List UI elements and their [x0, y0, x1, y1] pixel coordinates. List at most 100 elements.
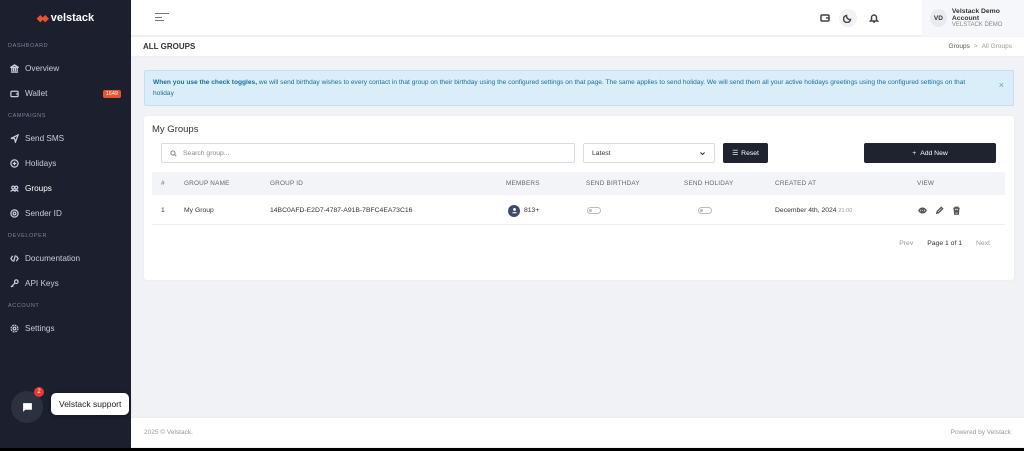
topbar: VD Velstack Demo Account VELSTACK DEMO — [131, 0, 1024, 36]
sort-select[interactable]: Latest — [583, 143, 715, 163]
col-send-birthday: SEND BIRTHDAY — [586, 180, 640, 187]
page-indicator: Page 1 of 1 — [927, 240, 963, 247]
members-icon — [508, 204, 520, 217]
row-members[interactable]: 813+ — [508, 204, 540, 217]
avatar: VD — [930, 9, 947, 27]
account-subtitle: VELSTACK DEMO — [951, 22, 1003, 28]
col-view: VIEW — [917, 180, 935, 187]
chat-icon — [22, 402, 32, 412]
row-actions — [918, 206, 961, 215]
close-icon[interactable]: × — [999, 80, 1004, 91]
next-page-button[interactable]: Next — [976, 240, 990, 247]
breadcrumb-current: All Groups — [981, 43, 1012, 50]
bank-icon — [10, 64, 19, 73]
target-icon — [10, 209, 19, 218]
footer-powered-by: Powered by Velstack — [950, 429, 1011, 436]
sidebar-item-holidays[interactable]: Holidays — [0, 151, 131, 176]
sidebar-item-label: Sender ID — [25, 209, 62, 218]
sidebar-item-label: Holidays — [25, 159, 57, 168]
sidebar-item-wallet[interactable]: Wallet 1649 — [0, 81, 131, 106]
filter-icon: ☰ — [732, 150, 739, 157]
card-title: My Groups — [152, 124, 199, 135]
search-input[interactable] — [183, 149, 563, 157]
sidebar-item-label: Wallet — [25, 89, 48, 98]
holiday-icon — [10, 159, 19, 168]
sidebar-item-settings[interactable]: Settings — [0, 316, 131, 341]
wallet-balance-badge: 1649 — [102, 89, 121, 98]
row-index: 1 — [161, 207, 165, 214]
row-group-name: My Group — [184, 207, 214, 214]
chat-unread-badge: 2 — [34, 387, 44, 397]
alert-bold-text: When you use the check toggles, — [153, 79, 258, 86]
view-eye-icon[interactable] — [918, 206, 927, 215]
prev-page-button[interactable]: Prev — [899, 240, 913, 247]
section-account: ACCOUNT — [8, 303, 40, 309]
menu-toggle-icon[interactable] — [155, 11, 169, 23]
gear-icon — [10, 324, 19, 333]
row-created-at: December 4th, 2024 21:00 — [775, 207, 852, 214]
search-box — [161, 143, 575, 163]
info-alert: When you use the check toggles, we will … — [144, 70, 1014, 106]
search-icon — [170, 149, 177, 157]
sidebar-item-overview[interactable]: Overview — [0, 56, 131, 81]
pagination: Prev Page 1 of 1 Next — [899, 240, 990, 247]
account-menu[interactable]: VD Velstack Demo Account VELSTACK DEMO — [922, 0, 1024, 36]
edit-pencil-icon[interactable] — [935, 206, 944, 215]
sidebar-item-documentation[interactable]: Documentation — [0, 246, 131, 271]
col-group-id: GROUP ID — [270, 180, 304, 187]
sidebar-item-sender-id[interactable]: Sender ID — [0, 201, 131, 226]
section-dashboard: DASHBOARD — [8, 43, 49, 49]
notification-bell-icon[interactable] — [865, 9, 883, 27]
send-holiday-toggle[interactable] — [698, 207, 712, 214]
sidebar-item-send-sms[interactable]: Send SMS — [0, 126, 131, 151]
col-index: # — [161, 180, 165, 187]
users-icon — [10, 184, 19, 193]
add-new-button[interactable]: + Add New — [864, 143, 996, 163]
code-icon — [10, 254, 19, 263]
col-created-at: CREATED AT — [775, 180, 817, 187]
page-title: ALL GROUPS — [143, 42, 196, 51]
reset-button[interactable]: ☰ Reset — [723, 143, 768, 163]
sidebar-item-label: Documentation — [25, 254, 81, 263]
breadcrumb: Groups > All Groups — [949, 43, 1012, 50]
footer-copyright: 2025 © Velstack. — [144, 429, 193, 436]
col-group-name: GROUP NAME — [184, 180, 230, 187]
created-time: 21:00 — [838, 208, 853, 214]
sidebar-item-label: Send SMS — [25, 134, 65, 143]
chevron-down-icon — [700, 151, 705, 155]
brand-name: velstack — [50, 12, 95, 24]
row-group-id: 14BC0AFD-E2D7-4787-A91B-7BFC4EA73C16 — [270, 207, 413, 214]
footer: 2025 © Velstack. Powered by Velstack — [131, 417, 1024, 447]
page-header: ALL GROUPS Groups > All Groups — [131, 37, 1024, 57]
plus-icon: + — [912, 149, 917, 157]
delete-trash-icon[interactable] — [952, 206, 961, 215]
col-send-holiday: SEND HOLIDAY — [684, 180, 734, 187]
sidebar-item-label: Groups — [25, 184, 52, 193]
brand-logo[interactable]: ◆◆ velstack — [0, 0, 131, 36]
sidebar-item-groups[interactable]: Groups — [0, 176, 131, 201]
col-members: MEMBERS — [506, 180, 540, 187]
account-name: Velstack Demo Account — [951, 8, 1000, 22]
alert-text: we will send birthday wishes to every co… — [153, 79, 966, 97]
created-date: December 4th, 2024 — [775, 207, 837, 214]
sidebar-item-label: API Keys — [25, 279, 59, 288]
groups-card: My Groups Latest ☰ Reset + Add New # GRO… — [144, 116, 1014, 280]
send-birthday-toggle[interactable] — [587, 207, 601, 214]
table-header: # GROUP NAME GROUP ID MEMBERS SEND BIRTH… — [152, 172, 1005, 195]
table-row: 1 My Group 14BC0AFD-E2D7-4787-A91B-7BFC4… — [152, 197, 1005, 225]
send-icon — [10, 134, 19, 143]
breadcrumb-separator: > — [973, 43, 978, 50]
sort-select-value: Latest — [592, 149, 611, 157]
members-count: 813+ — [524, 207, 540, 214]
dark-mode-icon[interactable] — [839, 9, 857, 27]
breadcrumb-groups[interactable]: Groups — [949, 43, 970, 50]
wallet-shortcut-icon[interactable] — [816, 9, 834, 27]
sidebar-item-label: Overview — [25, 64, 60, 73]
add-new-label: Add New — [920, 149, 948, 157]
section-campaigns: CAMPAIGNS — [8, 113, 46, 119]
chat-support-label[interactable]: Velstack support — [51, 393, 130, 415]
key-icon — [10, 279, 19, 288]
sidebar-item-api-keys[interactable]: API Keys — [0, 271, 131, 296]
logo-mark-icon: ◆◆ — [36, 12, 49, 23]
sidebar-item-label: Settings — [25, 324, 55, 333]
